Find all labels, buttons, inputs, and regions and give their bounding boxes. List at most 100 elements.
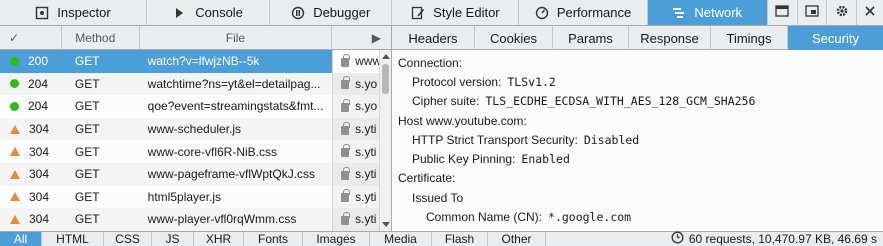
request-list: ✓ Method File ▶ 200 GET watch?v=lfwjzNB--5… [0, 26, 392, 231]
tab-security[interactable]: Security [788, 26, 883, 50]
scroll-thumb[interactable] [382, 64, 389, 94]
file-cell: watch?v=lfwjzNB--5k [147, 54, 260, 69]
tab-style-editor[interactable]: Style Editor [392, 0, 520, 25]
request-list-header: ✓ Method File ▶ [0, 26, 391, 50]
domain-text: s.yo [355, 99, 378, 114]
domain-toggle-button[interactable]: ▶ [332, 26, 391, 49]
status-code: 304 [29, 189, 50, 204]
filter-bar: All HTML CSS JS XHR Fonts Images Media F… [0, 231, 883, 246]
settings-icon [835, 4, 849, 21]
file-cell: html5player.js [147, 189, 222, 204]
filter-xhr-button[interactable]: XHR [194, 231, 244, 246]
security-field: Cipher suite: TLS_ECDHE_ECDSA_WITH_AES_12… [398, 92, 883, 111]
file-cell: www-player-vfl0rqWmm.css [147, 212, 297, 227]
tab-label: Network [694, 5, 743, 20]
lock-icon [341, 144, 350, 158]
status-code: 304 [29, 167, 50, 182]
tab-params[interactable]: Params [553, 26, 629, 50]
request-row[interactable]: 204 GET qoe?event=streamingstats&fmt... s.y… [0, 95, 391, 118]
security-section-heading: Connection: [398, 53, 883, 72]
domain-text: www [355, 54, 382, 69]
tab-headers[interactable]: Headers [392, 26, 475, 50]
network-summary[interactable]: 60 requests, 10,470.97 KB, 46.69 s [671, 231, 883, 246]
tab-inspector[interactable]: Inspector [0, 0, 147, 25]
tab-performance[interactable]: Performance [519, 0, 648, 25]
tab-label: Performance [556, 5, 632, 20]
security-details: Connection: Protocol version: TLSv1.2 Ciphe… [392, 50, 883, 231]
scroll-up-arrow-icon[interactable] [382, 54, 390, 59]
filter-css-button[interactable]: CSS [104, 231, 152, 246]
request-row[interactable]: 304 GET www-core-vfl6R-NiB.css s.yti [0, 140, 391, 163]
security-field: Issued To [398, 188, 883, 207]
status-code: 204 [28, 99, 49, 114]
summary-text: 60 requests, 10,470.97 KB, 46.69 s [688, 232, 877, 246]
status-cell: 304 [0, 167, 62, 181]
security-field: Common Name (CN): *.google.com [398, 207, 883, 226]
field-label: Connection: [398, 55, 463, 70]
lock-icon [341, 53, 350, 67]
method-cell: GET [74, 76, 100, 91]
status-cached-triangle-icon [10, 147, 20, 157]
request-row[interactable]: 204 GET watchtime?ns=yt&el=detailpag... s.y… [0, 72, 391, 96]
tab-console[interactable]: Console [147, 0, 271, 25]
status-cell: 304 [0, 212, 62, 226]
filter-media-button[interactable]: Media [370, 231, 432, 246]
filter-flash-button[interactable]: Flash [432, 231, 488, 246]
status-cell: 304 [0, 145, 62, 159]
tab-cookies[interactable]: Cookies [475, 26, 553, 50]
split-console-icon [805, 5, 819, 20]
lock-icon [341, 98, 350, 112]
domain-text: s.yti [355, 167, 377, 182]
filter-images-button[interactable]: Images [303, 231, 370, 246]
status-cached-triangle-icon [10, 169, 20, 179]
filter-fonts-button[interactable]: Fonts [244, 231, 303, 246]
status-cached-triangle-icon [10, 214, 20, 224]
request-row[interactable]: 304 GET www-player-vfl0rqWmm.css s.yti [0, 208, 391, 231]
status-code: 204 [28, 76, 49, 91]
method-cell: GET [74, 189, 100, 204]
security-field: Public Key Pinning: Enabled [398, 149, 883, 168]
domain-text: s.yo [355, 76, 378, 91]
request-row[interactable]: 304 GET www-pageframe-vflWptQkJ.css s.yti [0, 162, 391, 186]
tab-debugger[interactable]: Debugger [270, 0, 393, 25]
method-column-header[interactable]: Method [62, 26, 140, 49]
method-cell: GET [74, 212, 100, 227]
method-cell: GET [74, 167, 100, 182]
scroll-down-arrow-icon[interactable] [382, 222, 390, 227]
file-column-header[interactable]: File [140, 26, 333, 49]
close-button[interactable] [857, 0, 883, 25]
list-scrollbar[interactable] [379, 50, 391, 231]
status-cell: 204 [0, 77, 62, 91]
tab-timings[interactable]: Timings [711, 26, 788, 50]
tab-network[interactable]: Network [647, 0, 768, 25]
request-row[interactable]: 304 GET www-scheduler.js s.yti [0, 117, 391, 141]
dock-side-button[interactable] [768, 0, 798, 25]
tab-label: Inspector [57, 5, 111, 20]
tab-response[interactable]: Response [629, 26, 711, 50]
file-cell: www-core-vfl6R-NiB.css [147, 144, 278, 159]
stopwatch-icon [671, 231, 684, 246]
request-rows: 200 GET watch?v=lfwjzNB--5k www 204 GET watcht… [0, 50, 391, 231]
security-field: HTTP Strict Transport Security: Disabled [398, 130, 883, 149]
split-console-button[interactable] [798, 0, 828, 25]
status-code: 200 [28, 54, 49, 69]
filter-html-button[interactable]: HTML [42, 231, 104, 246]
status-column-header[interactable]: ✓ [0, 26, 62, 49]
lock-icon [341, 211, 350, 225]
settings-button[interactable] [827, 0, 858, 25]
domain-text: s.yti [355, 122, 377, 137]
file-cell: www-pageframe-vflWptQkJ.css [147, 167, 316, 182]
details-tabs: Headers Cookies Params Response Timings … [392, 26, 883, 50]
method-cell: GET [74, 144, 100, 159]
request-row[interactable]: 200 GET watch?v=lfwjzNB--5k www [0, 50, 391, 73]
status-code: 304 [29, 122, 50, 137]
file-cell: qoe?event=streamingstats&fmt... [147, 99, 324, 114]
field-label: Common Name (CN): [426, 210, 543, 225]
debugger-icon [291, 6, 305, 20]
field-label: HTTP Strict Transport Security: [412, 132, 578, 147]
filter-other-button[interactable]: Other [488, 231, 546, 246]
filter-all-button[interactable]: All [0, 231, 42, 246]
filter-js-button[interactable]: JS [152, 231, 194, 246]
field-value: TLS_ECDHE_ECDSA_WITH_AES_128_GCM_SHA256 [485, 94, 756, 109]
request-row[interactable]: 304 GET html5player.js s.yti [0, 185, 391, 209]
